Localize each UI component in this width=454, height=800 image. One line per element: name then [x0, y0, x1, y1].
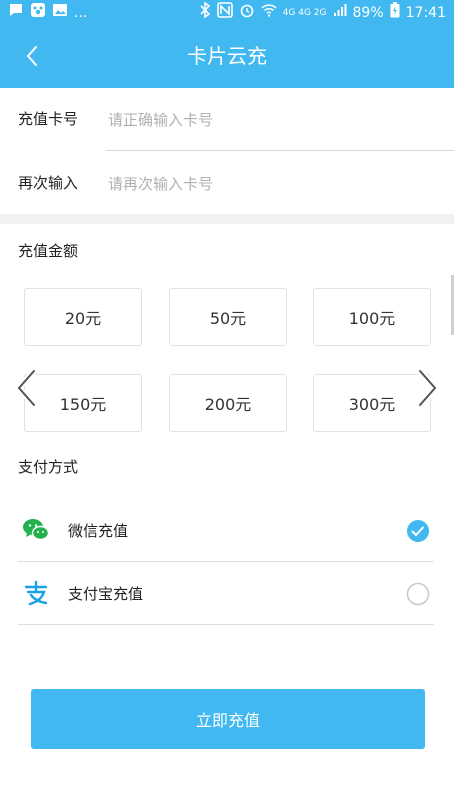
- message-icon: [8, 2, 24, 23]
- status-dots: ...: [74, 4, 88, 21]
- network-label: 4G 4G 2G: [282, 7, 327, 18]
- payment-section-title: 支付方式: [18, 458, 79, 476]
- back-button[interactable]: [18, 42, 46, 70]
- amount-option-100[interactable]: 100元: [313, 288, 431, 346]
- top-bar: ... 4G 4G 2G 89% 17:41 卡片云充: [0, 0, 454, 88]
- checked-circle-icon[interactable]: [406, 519, 430, 543]
- repeat-card-label: 再次输入: [18, 174, 79, 192]
- battery-percent: 89%: [352, 4, 384, 21]
- status-right: 4G 4G 2G 89% 17:41: [199, 1, 446, 23]
- status-time: 17:41: [405, 4, 446, 21]
- nav-bar: 卡片云充: [0, 24, 454, 88]
- repeat-card-row: 再次输入: [0, 152, 454, 214]
- card-form: 充值卡号 再次输入: [0, 88, 454, 214]
- signal-icon: [333, 3, 347, 22]
- image-icon: [52, 2, 68, 23]
- chevron-left-icon: [14, 368, 37, 408]
- bluetooth-icon: [199, 1, 211, 23]
- alarm-icon: [239, 2, 255, 23]
- wechat-label: 微信充值: [68, 522, 129, 540]
- payment-divider: [18, 561, 434, 562]
- scroll-left-button[interactable]: [10, 366, 42, 410]
- repeat-card-input[interactable]: [106, 166, 410, 202]
- battery-icon: [390, 2, 400, 23]
- card-number-input[interactable]: [106, 102, 410, 138]
- status-left: ...: [8, 2, 87, 23]
- amount-grid: 20元 50元 100元 150元 200元 300元: [24, 288, 432, 434]
- unchecked-circle-icon[interactable]: [406, 582, 430, 606]
- paw-icon: [30, 2, 46, 23]
- alipay-icon: [22, 579, 50, 607]
- wechat-icon: [22, 516, 50, 544]
- amount-option-50[interactable]: 50元: [169, 288, 287, 346]
- page-title: 卡片云充: [187, 44, 267, 68]
- amount-option-200[interactable]: 200元: [169, 374, 287, 432]
- recharge-now-button[interactable]: 立即充值: [31, 689, 425, 749]
- chevron-right-icon: [417, 368, 440, 408]
- alipay-label: 支付宝充值: [68, 585, 144, 603]
- card-number-label: 充值卡号: [18, 110, 79, 128]
- amount-option-20[interactable]: 20元: [24, 288, 142, 346]
- payment-divider: [18, 624, 434, 625]
- card-number-row: 充值卡号: [0, 88, 454, 151]
- section-separator: [0, 214, 454, 224]
- status-bar: ... 4G 4G 2G 89% 17:41: [0, 0, 454, 24]
- payment-option-wechat[interactable]: 微信充值: [18, 500, 434, 562]
- payment-option-alipay[interactable]: 支付宝充值: [18, 563, 434, 625]
- wifi-icon: [261, 2, 277, 23]
- field-divider: [106, 150, 454, 151]
- chevron-left-icon: [26, 46, 37, 66]
- amount-section-title: 充值金额: [18, 242, 79, 260]
- scroll-right-button[interactable]: [412, 366, 444, 410]
- nfc-icon: [216, 2, 233, 23]
